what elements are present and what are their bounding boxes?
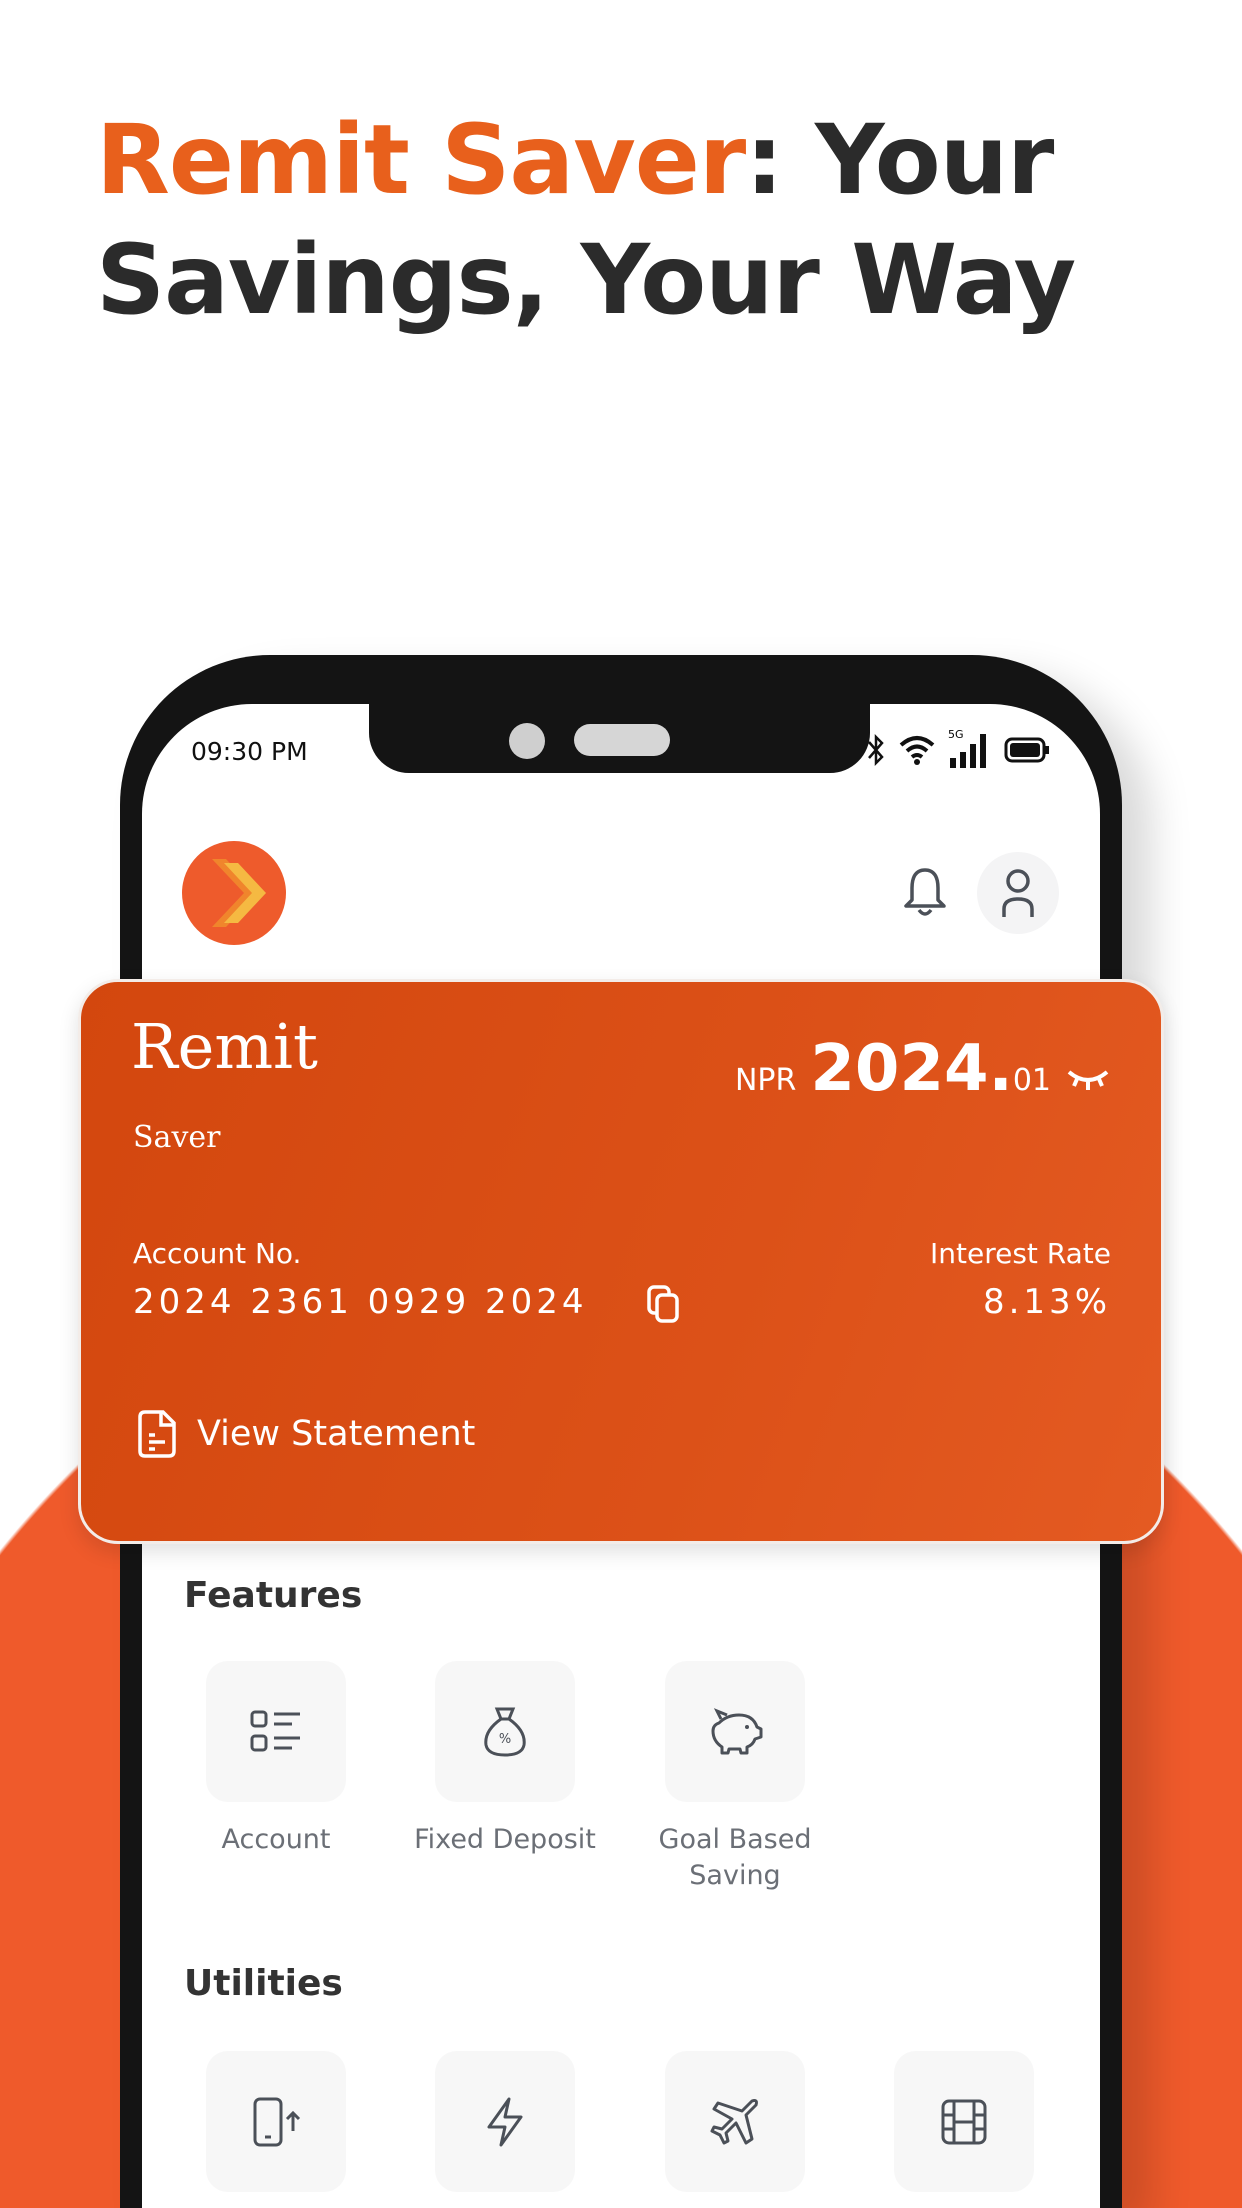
profile-button[interactable] bbox=[977, 852, 1059, 934]
notification-bell-icon[interactable] bbox=[900, 866, 950, 920]
bluetooth-icon bbox=[868, 733, 884, 767]
flight-icon bbox=[710, 2098, 758, 2144]
account-number-label: Account No. bbox=[133, 1237, 302, 1270]
headline-rest: : Your bbox=[745, 104, 1054, 216]
features-heading: Features bbox=[184, 1575, 363, 1616]
svg-text:%: % bbox=[499, 1732, 511, 1747]
card-brand-sub: Saver bbox=[133, 1120, 221, 1155]
view-statement-label: View Statement bbox=[197, 1414, 476, 1454]
card-brand: Remit bbox=[131, 1010, 318, 1083]
balance: NPR 2024. 01 bbox=[735, 1032, 1051, 1106]
feature-goal-based-saving-label: Goal Based Saving bbox=[658, 1824, 812, 1891]
feature-account-label: Account bbox=[221, 1824, 331, 1855]
interest-rate: 8.13% bbox=[982, 1282, 1111, 1322]
balance-amount: 2024. bbox=[810, 1032, 1013, 1106]
headline: Remit Saver: Your Savings, Your Way bbox=[96, 100, 1076, 340]
status-time: 09:30 PM bbox=[191, 737, 308, 766]
utilities-heading: Utilities bbox=[184, 1963, 343, 2004]
interest-rate-label: Interest Rate bbox=[929, 1237, 1111, 1270]
account-number: 2024 2361 0929 2024 bbox=[133, 1282, 588, 1322]
piggy-bank-icon bbox=[711, 1707, 763, 1754]
electricity-icon bbox=[487, 2097, 523, 2146]
status-icons: 5G bbox=[866, 728, 1050, 768]
money-bag-icon: % bbox=[484, 1707, 526, 1757]
balance-decimal: 01 bbox=[1012, 1063, 1051, 1098]
feature-fixed-deposit[interactable]: % bbox=[435, 1661, 575, 1802]
headline-line2: Savings, Your Way bbox=[96, 224, 1076, 336]
wifi-icon bbox=[899, 736, 935, 765]
camera bbox=[509, 723, 545, 759]
utility-flight[interactable] bbox=[665, 2051, 805, 2192]
copy-icon[interactable] bbox=[646, 1284, 682, 1324]
network-type: 5G bbox=[948, 728, 964, 741]
feature-fixed-deposit-label: Fixed Deposit bbox=[414, 1824, 596, 1855]
utility-mobile-topup[interactable] bbox=[206, 2051, 346, 2192]
list-icon bbox=[250, 1710, 300, 1751]
mobile-topup-icon bbox=[253, 2097, 301, 2146]
account-card: Remit Saver NPR 2024. 01 Account No. 202… bbox=[78, 979, 1164, 1544]
signal-icon: 5G bbox=[948, 728, 992, 768]
utility-movie[interactable] bbox=[894, 2051, 1034, 2192]
utility-electricity[interactable] bbox=[435, 2051, 575, 2192]
feature-account[interactable] bbox=[206, 1661, 346, 1802]
headline-accent: Remit Saver bbox=[96, 104, 746, 216]
document-icon bbox=[138, 1410, 176, 1458]
app-logo bbox=[182, 841, 286, 945]
user-icon bbox=[1002, 869, 1034, 917]
battery-icon bbox=[1004, 737, 1049, 763]
hide-balance-eye-icon[interactable] bbox=[1065, 1068, 1111, 1092]
view-statement-button[interactable]: View Statement bbox=[137, 1409, 475, 1459]
speaker bbox=[574, 724, 670, 756]
movie-icon bbox=[941, 2099, 987, 2144]
balance-currency: NPR bbox=[734, 1063, 797, 1098]
feature-goal-based-saving[interactable] bbox=[665, 1661, 805, 1802]
